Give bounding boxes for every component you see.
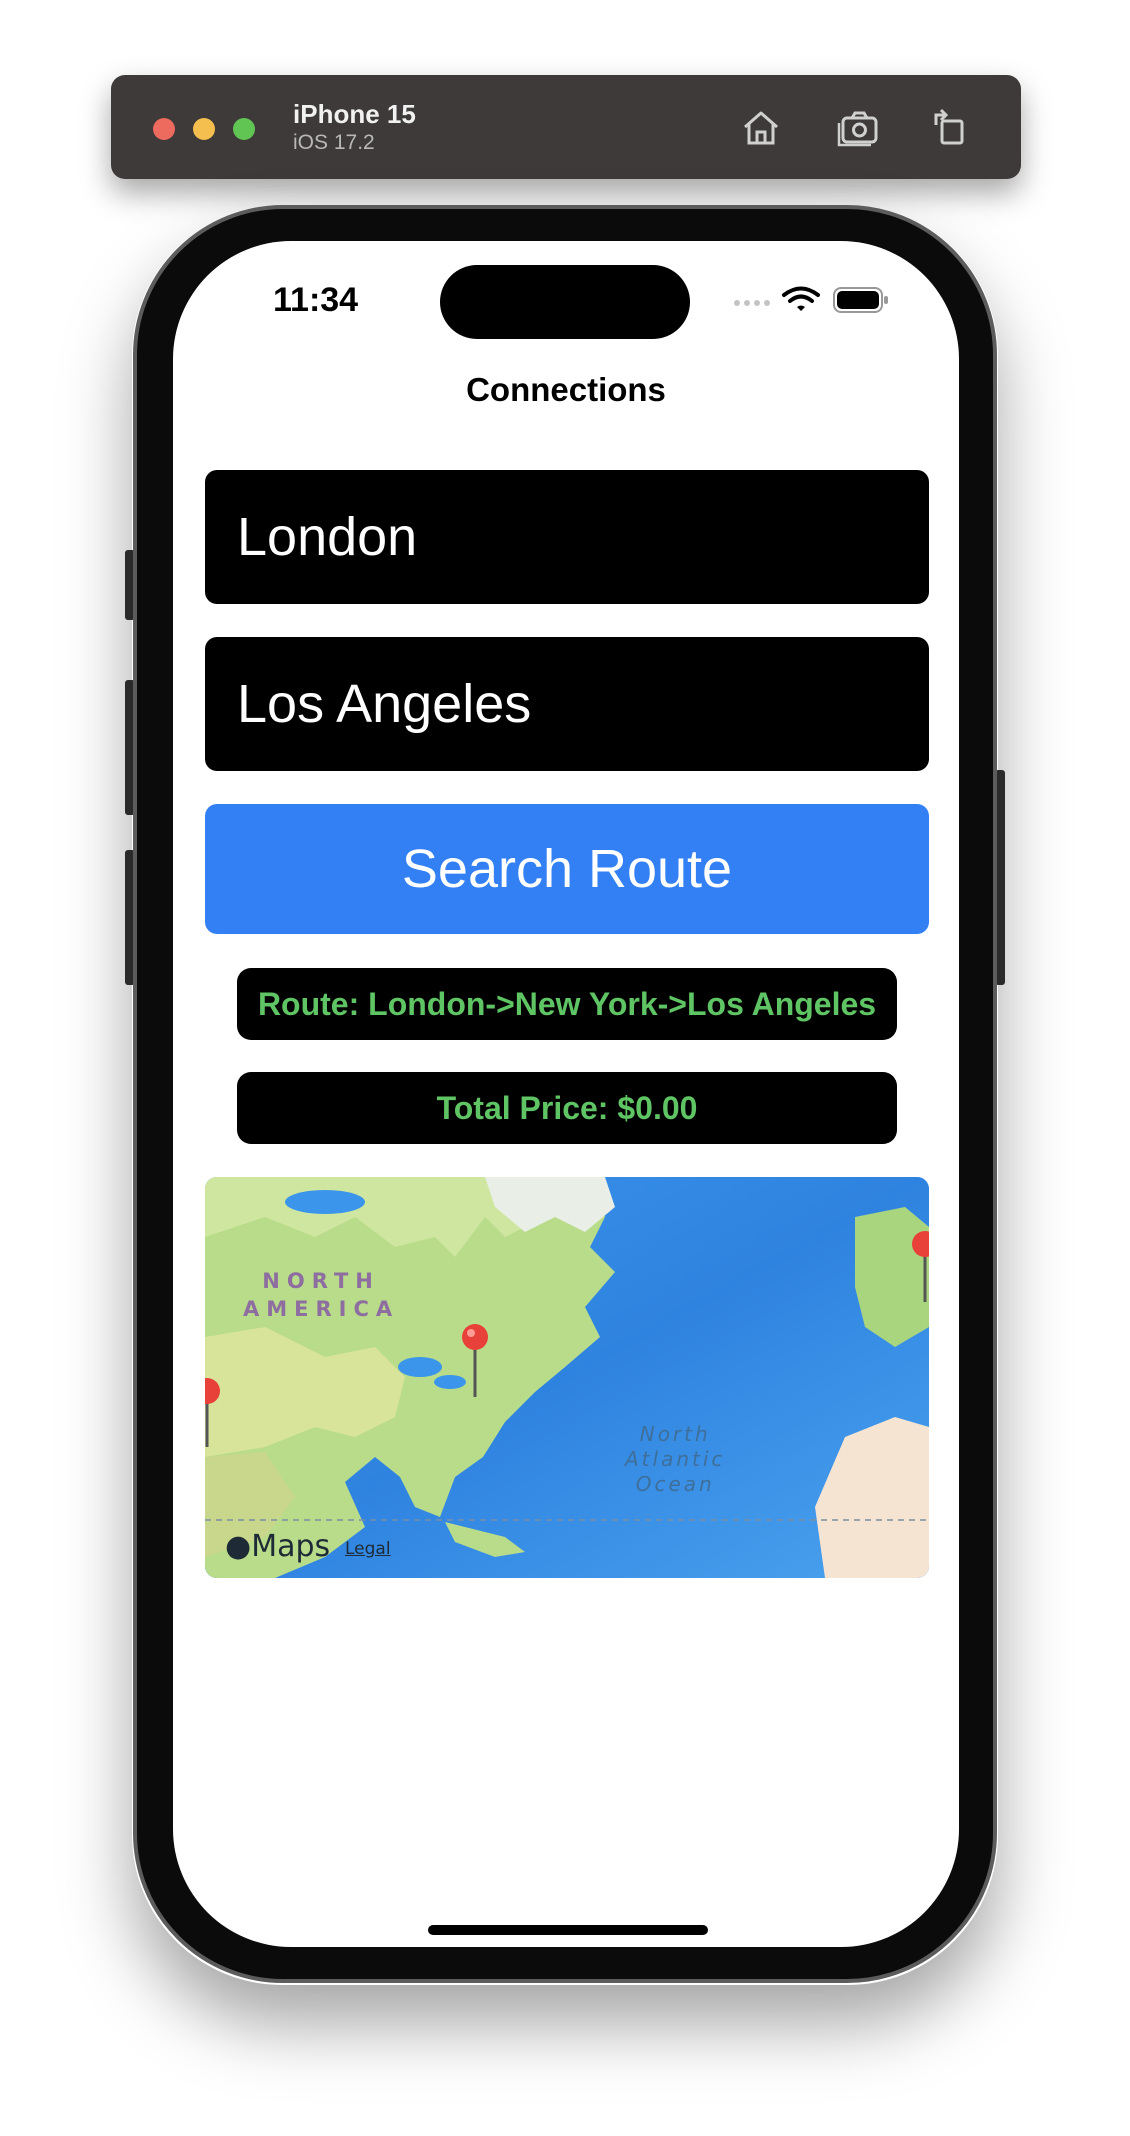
close-window-button[interactable] [153, 118, 175, 140]
status-icons [734, 286, 888, 313]
maps-attribution-text: Maps [251, 1529, 331, 1564]
page-title: Connections [466, 371, 666, 408]
screenshot-button[interactable] [833, 103, 883, 153]
rotate-button[interactable] [924, 103, 974, 153]
status-time: 11:34 [273, 281, 359, 319]
route-label: Route: London->New York->Los Angeles [237, 968, 897, 1040]
rotate-icon [934, 108, 964, 145]
dynamic-island [440, 265, 690, 339]
continent-label-line1: NORTH [262, 1269, 380, 1293]
home-icon [744, 111, 778, 145]
map-terrain [205, 1177, 929, 1578]
wifi-icon [782, 286, 820, 311]
legal-link[interactable]: Legal [345, 1539, 391, 1559]
device-name: iPhone 15 [293, 99, 416, 129]
search-route-button[interactable]: Search Route [205, 804, 929, 934]
screenshot-icon [837, 111, 878, 147]
ocean-label-line1: North [639, 1422, 711, 1446]
phone-screen: 11:34 Connections London Los Angeles Sea… [173, 241, 959, 1947]
home-indicator[interactable] [428, 1925, 708, 1935]
home-button[interactable] [736, 103, 786, 153]
destination-field[interactable]: Los Angeles [205, 637, 929, 771]
maps-attribution: ●Maps [225, 1529, 330, 1564]
ocean-label-line3: Ocean [635, 1472, 715, 1496]
battery-icon [833, 287, 888, 313]
continent-label: NORTH AMERICA [243, 1267, 399, 1323]
cellular-dots-icon [734, 300, 770, 306]
continent-label-line2: AMERICA [243, 1297, 400, 1321]
route-map[interactable]: NORTH AMERICA North Atlantic Ocean ●Maps… [205, 1177, 929, 1578]
total-price-label: Total Price: $0.00 [237, 1072, 897, 1144]
os-version: iOS 17.2 [293, 131, 375, 154]
apple-logo-icon: ● [225, 1529, 252, 1564]
zoom-window-button[interactable] [233, 118, 255, 140]
simulator-toolbar: iPhone 15 iOS 17.2 [111, 75, 1021, 179]
origin-field[interactable]: London [205, 470, 929, 604]
minimize-window-button[interactable] [193, 118, 215, 140]
ocean-label: North Atlantic Ocean [625, 1422, 725, 1497]
ocean-label-line2: Atlantic [625, 1447, 726, 1471]
